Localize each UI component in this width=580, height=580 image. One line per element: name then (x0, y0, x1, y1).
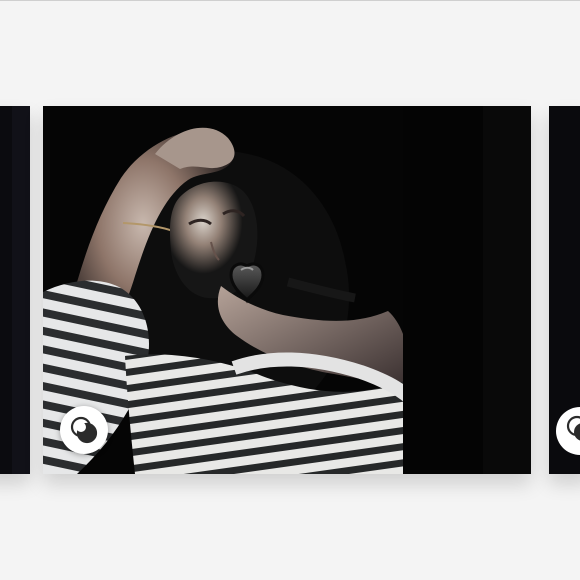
next-photo-card[interactable] (549, 106, 580, 474)
previous-photo-card[interactable] (0, 106, 30, 474)
screen (0, 0, 580, 580)
current-photo-card[interactable] (43, 106, 531, 474)
current-photo (43, 106, 531, 474)
previous-photo (0, 106, 30, 474)
overlap-circles-icon (70, 416, 98, 444)
next-photo (549, 106, 580, 474)
photo-overlap-button[interactable] (60, 406, 108, 454)
photo-carousel[interactable] (0, 0, 580, 580)
